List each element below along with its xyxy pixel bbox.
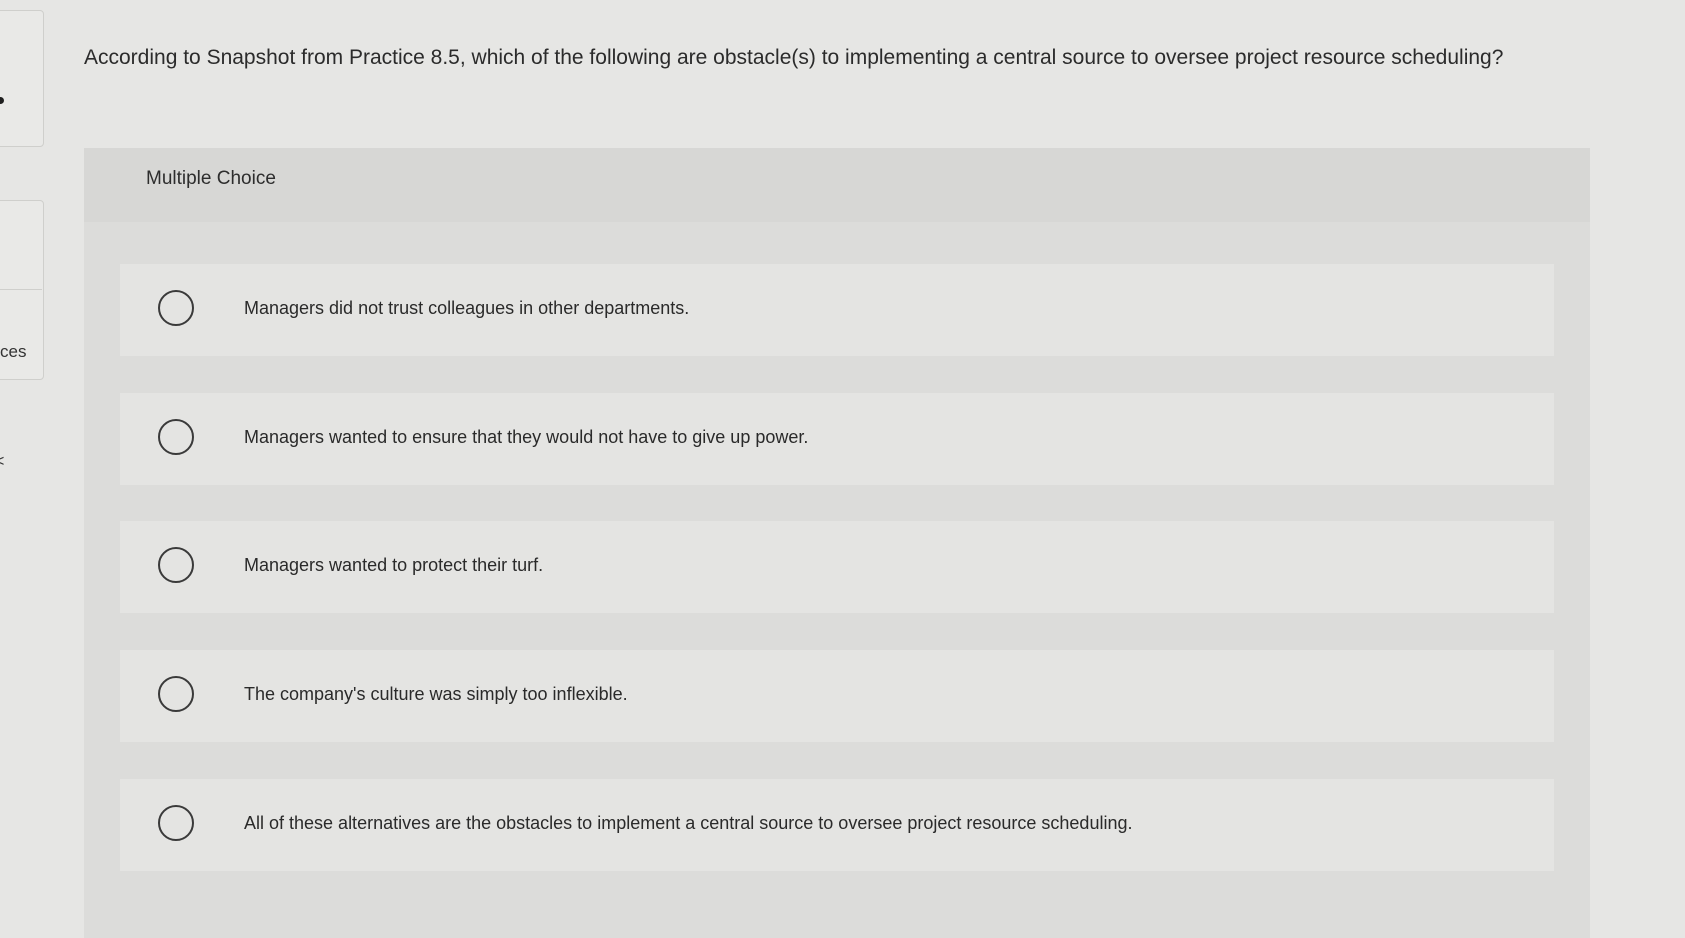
answer-option-label[interactable]: Managers wanted to ensure that they woul…	[244, 425, 808, 449]
multiple-choice-title: Multiple Choice	[146, 168, 276, 189]
answer-option-5[interactable]: All of these alternatives are the obstac…	[120, 779, 1554, 871]
sidebar-resources-label[interactable]: ces	[0, 342, 26, 362]
multiple-choice-header: Multiple Choice	[84, 148, 1590, 222]
progress-dot-icon	[0, 97, 4, 104]
answer-option-2[interactable]: Managers wanted to ensure that they woul…	[120, 393, 1554, 485]
radio-button-icon[interactable]	[158, 547, 194, 583]
question-text: According to Snapshot from Practice 8.5,…	[84, 46, 1504, 69]
radio-button-icon[interactable]	[158, 676, 194, 712]
left-sidebar: < ces	[0, 0, 44, 921]
answer-option-label[interactable]: The company's culture was simply too inf…	[244, 682, 628, 706]
radio-button-icon[interactable]	[158, 290, 194, 326]
answer-option-1[interactable]: Managers did not trust colleagues in oth…	[120, 264, 1554, 356]
answer-option-3[interactable]: Managers wanted to protect their turf.	[120, 521, 1554, 613]
multiple-choice-panel: Multiple Choice Managers did not trust c…	[84, 148, 1590, 938]
radio-button-icon[interactable]	[158, 419, 194, 455]
sidebar-divider	[0, 289, 42, 290]
answer-option-4[interactable]: The company's culture was simply too inf…	[120, 650, 1554, 742]
answer-option-label[interactable]: Managers wanted to protect their turf.	[244, 553, 543, 577]
chevron-left-icon[interactable]: <	[0, 453, 4, 471]
sidebar-tab-top[interactable]	[0, 10, 44, 147]
answer-option-label[interactable]: All of these alternatives are the obstac…	[244, 811, 1132, 835]
answer-option-label[interactable]: Managers did not trust colleagues in oth…	[244, 296, 689, 320]
radio-button-icon[interactable]	[158, 805, 194, 841]
